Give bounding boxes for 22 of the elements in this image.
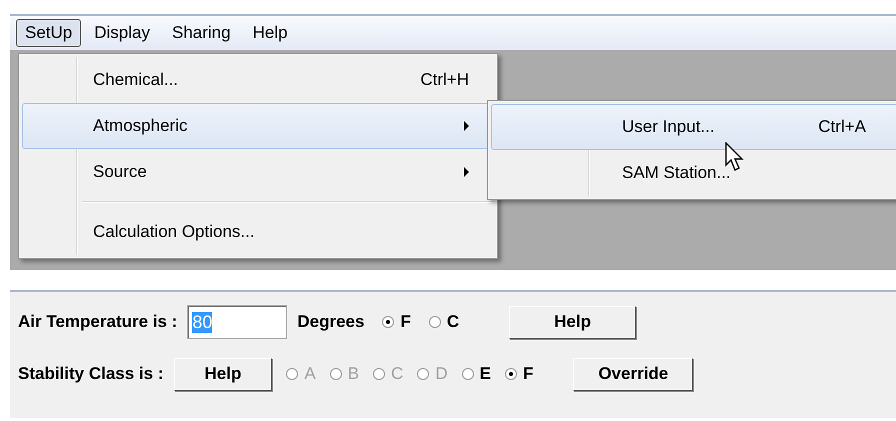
field-label: Stability Class is : bbox=[18, 364, 164, 384]
radio-icon[interactable] bbox=[382, 316, 394, 328]
menu-item[interactable]: User Input... Ctrl+A bbox=[491, 104, 896, 150]
radio-icon[interactable] bbox=[428, 316, 441, 328]
menu-bar-item[interactable]: Display bbox=[85, 19, 159, 47]
menu-item[interactable]: Chemical... Ctrl+H bbox=[22, 57, 494, 103]
field-label: Air Temperature is : bbox=[18, 312, 178, 332]
menu-bar-item[interactable]: Help bbox=[244, 19, 297, 47]
override-button[interactable]: Override bbox=[573, 358, 694, 390]
help-button[interactable]: Help bbox=[174, 358, 272, 390]
radio-icon[interactable] bbox=[462, 368, 474, 380]
class-radio[interactable]: F bbox=[504, 364, 534, 384]
help-button[interactable]: Help bbox=[509, 306, 636, 338]
unit-radio[interactable]: F bbox=[382, 312, 411, 332]
class-radio[interactable]: E bbox=[462, 364, 491, 384]
menu-item[interactable]: SAM Station... bbox=[491, 150, 896, 196]
menu-bar-item[interactable]: Sharing bbox=[163, 19, 240, 47]
radio-icon[interactable] bbox=[504, 368, 517, 380]
menu-item[interactable]: Calculation Options... bbox=[22, 209, 494, 255]
unit-radio[interactable]: C bbox=[428, 312, 460, 332]
menu-bar-item[interactable]: SetUp bbox=[16, 19, 82, 47]
units-label: Degrees bbox=[297, 312, 364, 332]
